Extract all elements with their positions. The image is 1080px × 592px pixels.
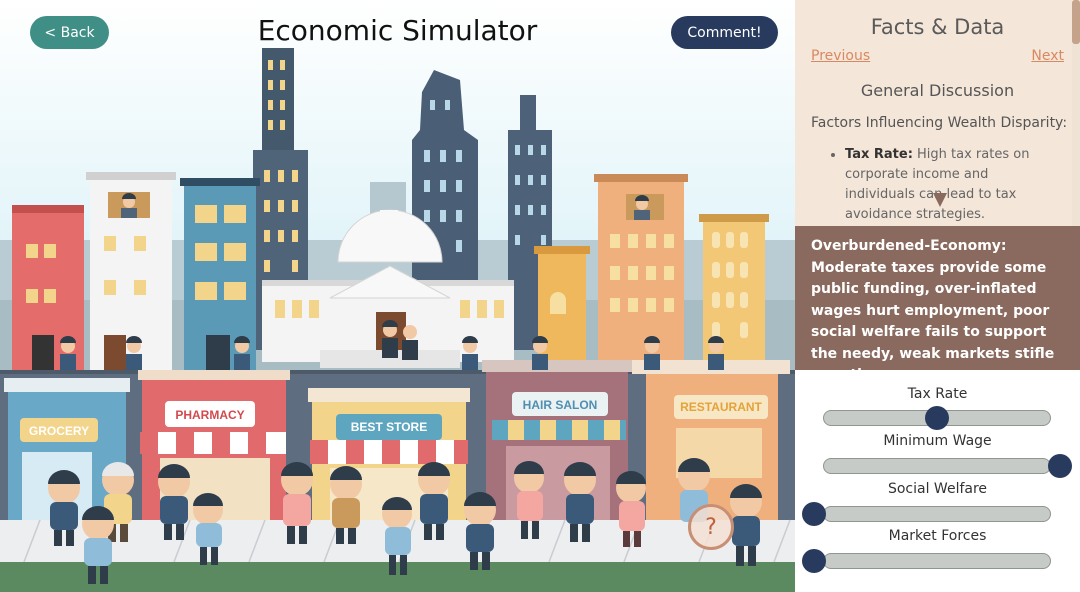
facts-list: Tax Rate: High tax rates on corporate in… <box>817 145 1055 225</box>
facts-panel: Facts & Data Previous Next General Discu… <box>795 0 1080 226</box>
slider-label-social-welfare: Social Welfare <box>887 481 988 497</box>
slider-thumb[interactable] <box>802 549 826 573</box>
hair-salon-sign: HAIR SALON <box>523 398 598 412</box>
market-forces-slider[interactable] <box>802 549 1051 573</box>
tax-rate-slider[interactable] <box>823 406 1051 430</box>
slider-label-minimum-wage: Minimum Wage <box>883 433 992 449</box>
facts-scroll-track[interactable] <box>1072 44 1080 226</box>
slider-label-tax-rate: Tax Rate <box>907 386 968 402</box>
page-title: Economic Simulator <box>257 14 538 47</box>
side-panel: Facts & Data Previous Next General Discu… <box>795 0 1080 592</box>
economy-status: Overburdened-Economy: Moderate taxes pro… <box>795 226 1080 383</box>
facts-scrollbar[interactable] <box>1072 0 1080 44</box>
minimum-wage-slider[interactable] <box>823 454 1072 478</box>
slider-thumb[interactable] <box>1048 454 1072 478</box>
restaurant-sign: RESTAURANT <box>680 400 762 414</box>
grocery-sign: GROCERY <box>29 424 89 438</box>
facts-title: Facts & Data <box>870 15 1005 39</box>
help-button[interactable]: ? <box>688 504 734 550</box>
hair-salon-shop <box>482 360 632 522</box>
facts-subheading: Factors Influencing Wealth Disparity: <box>811 115 1068 131</box>
slider-label-market-forces: Market Forces <box>888 528 987 544</box>
building-red-left <box>12 205 84 377</box>
facts-section-heading: General Discussion <box>860 81 1015 100</box>
fact-term: Tax Rate: <box>845 147 913 162</box>
status-pointer <box>933 193 947 207</box>
list-item: Tax Rate: High tax rates on corporate in… <box>845 145 1055 225</box>
comment-button[interactable]: Comment! <box>671 16 778 49</box>
restaurant-shop <box>632 360 790 522</box>
city-illustration: GROCERY PHARMACY BEST STORE HAIR SALON R… <box>0 0 795 592</box>
building-cream <box>699 214 769 378</box>
slider-thumb[interactable] <box>925 406 949 430</box>
status-text: Overburdened-Economy: Moderate taxes pro… <box>811 238 1055 383</box>
best-store-sign: BEST STORE <box>351 420 427 434</box>
next-link[interactable]: Next <box>1031 48 1064 64</box>
previous-link[interactable]: Previous <box>811 48 870 64</box>
slider-thumb[interactable] <box>802 502 826 526</box>
grass-strip <box>0 562 795 592</box>
social-welfare-slider[interactable] <box>802 502 1051 526</box>
back-button[interactable]: < Back <box>30 16 109 49</box>
pharmacy-sign: PHARMACY <box>175 408 244 422</box>
city-scene: GROCERY PHARMACY BEST STORE HAIR SALON R… <box>0 0 795 592</box>
